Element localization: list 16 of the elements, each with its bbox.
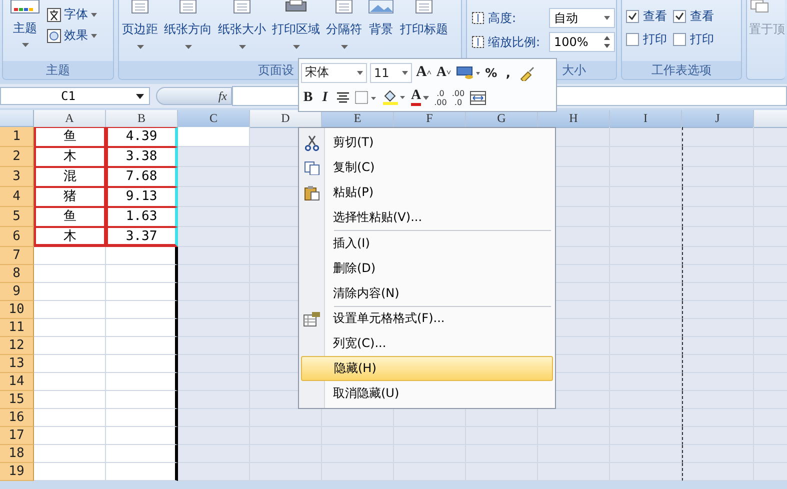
table-cell: 3.38	[106, 147, 178, 167]
group-label: 主题	[3, 61, 113, 79]
table-cell: 木	[34, 147, 106, 167]
table-cell: 1.63	[106, 207, 178, 227]
table-cell: 猪	[34, 187, 106, 207]
table-cell: 鱼	[34, 207, 106, 227]
table-cell: 木	[34, 227, 106, 247]
table-cell: 3.37	[106, 227, 178, 247]
table-cell: 9.13	[106, 187, 178, 207]
table-cell: 4.39	[106, 127, 178, 147]
field-label: 高度:	[488, 10, 518, 26]
field-label: 缩放比例:	[488, 34, 542, 50]
table-cell: 7.68	[106, 167, 178, 187]
table-cell: 混	[34, 167, 106, 187]
group-label: 工作表选项	[622, 61, 741, 79]
table-cell: 鱼	[34, 127, 106, 147]
